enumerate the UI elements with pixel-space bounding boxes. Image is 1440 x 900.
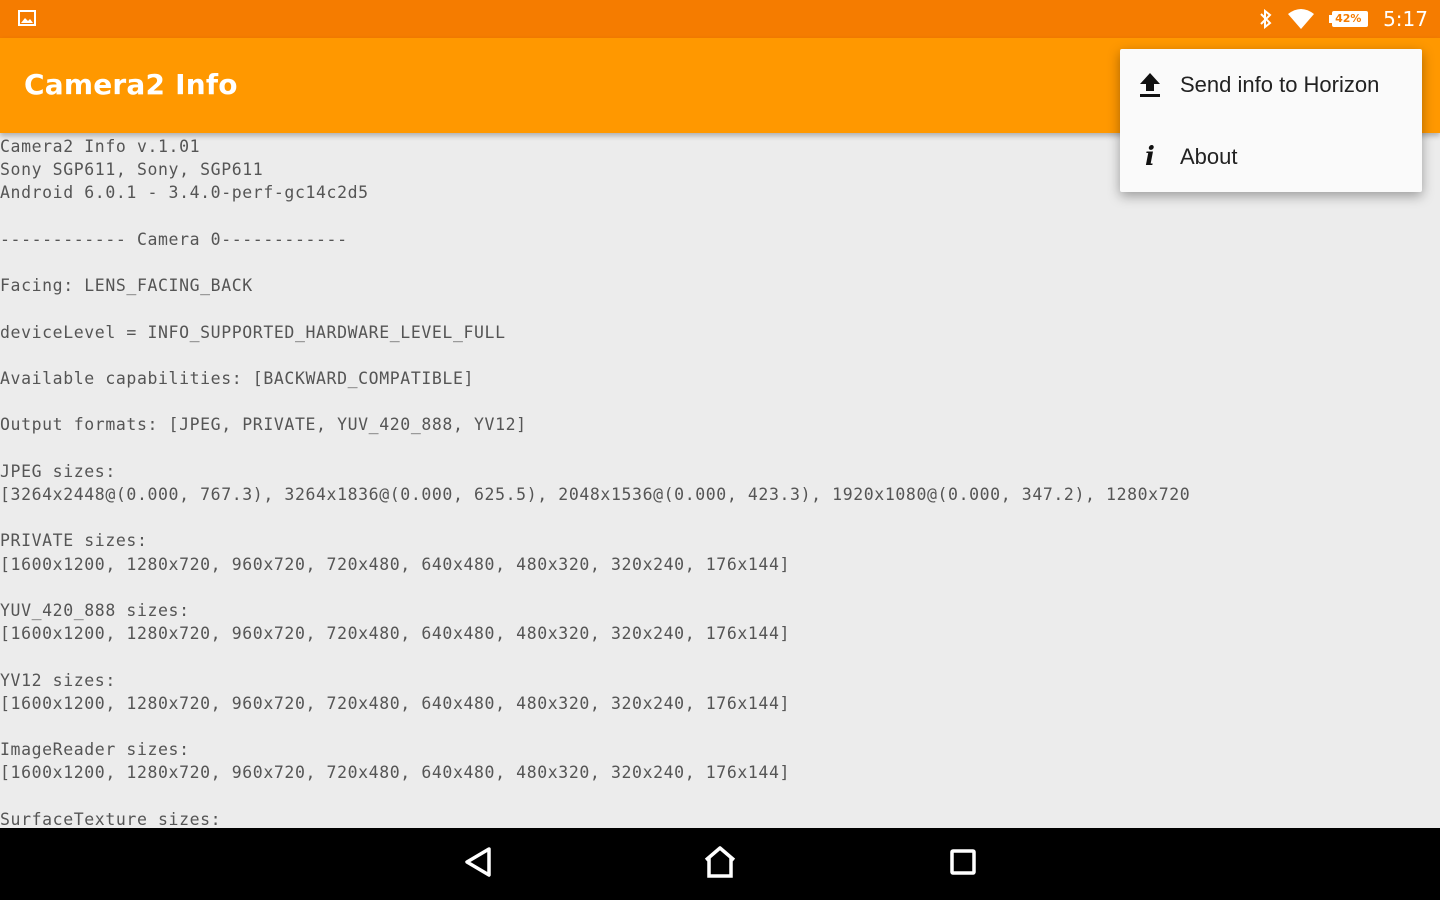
wifi-icon	[1287, 8, 1315, 30]
info-line: Sony SGP611, Sony, SGP611	[0, 160, 264, 180]
home-icon	[703, 845, 737, 883]
menu-item-about[interactable]: i About	[1120, 125, 1422, 189]
status-icons: 42% 5:17	[1259, 0, 1428, 38]
info-content[interactable]: Camera2 Info v.1.01 Sony SGP611, Sony, S…	[0, 133, 1440, 828]
info-line: SurfaceTexture sizes:	[0, 809, 222, 828]
image-icon	[18, 10, 36, 26]
bluetooth-icon	[1259, 9, 1273, 29]
info-line: Output formats: [JPEG, PRIVATE, YUV_420_…	[0, 415, 527, 435]
info-line: [1600x1200, 1280x720, 960x720, 720x480, …	[0, 763, 791, 783]
app-title: Camera2 Info	[24, 68, 238, 101]
camera-info-text: Camera2 Info v.1.01 Sony SGP611, Sony, S…	[0, 133, 1440, 828]
info-line: YV12 sizes:	[0, 670, 116, 690]
battery-icon: 42%	[1329, 10, 1369, 28]
info-line: [1600x1200, 1280x720, 960x720, 720x480, …	[0, 624, 791, 644]
back-button[interactable]	[456, 842, 500, 886]
info-line: Facing: LENS_FACING_BACK	[0, 276, 253, 296]
menu-item-label: About	[1180, 144, 1238, 169]
info-line: [1600x1200, 1280x720, 960x720, 720x480, …	[0, 693, 791, 713]
info-line: deviceLevel = INFO_SUPPORTED_HARDWARE_LE…	[0, 322, 506, 342]
info-line: PRIVATE sizes:	[0, 531, 148, 551]
status-time: 5:17	[1383, 7, 1428, 31]
info-line: [1600x1200, 1280x720, 960x720, 720x480, …	[0, 554, 791, 574]
navigation-bar	[0, 828, 1440, 900]
battery-level: 42%	[1335, 12, 1362, 25]
back-icon	[463, 846, 493, 883]
info-line: ------------ Camera 0------------	[0, 229, 348, 249]
info-line: JPEG sizes:	[0, 461, 116, 481]
overflow-menu: Send info to Horizon i About	[1120, 49, 1422, 192]
info-line: [3264x2448@(0.000, 767.3), 3264x1836@(0.…	[0, 485, 1191, 505]
upload-icon	[1120, 72, 1180, 98]
recents-button[interactable]	[941, 842, 985, 886]
home-button[interactable]	[698, 842, 742, 886]
info-line: Android 6.0.1 - 3.4.0-perf-gc14c2d5	[0, 183, 369, 203]
info-line: Available capabilities: [BACKWARD_COMPAT…	[0, 369, 475, 389]
info-line: YUV_420_888 sizes:	[0, 601, 190, 621]
menu-item-label: Send info to Horizon	[1180, 72, 1380, 97]
info-icon: i	[1145, 142, 1155, 172]
info-line: ImageReader sizes:	[0, 740, 190, 760]
recents-icon	[949, 848, 977, 881]
info-line: Camera2 Info v.1.01	[0, 137, 201, 156]
status-bar: 42% 5:17	[0, 0, 1440, 38]
menu-item-send-info[interactable]: Send info to Horizon	[1120, 53, 1422, 117]
